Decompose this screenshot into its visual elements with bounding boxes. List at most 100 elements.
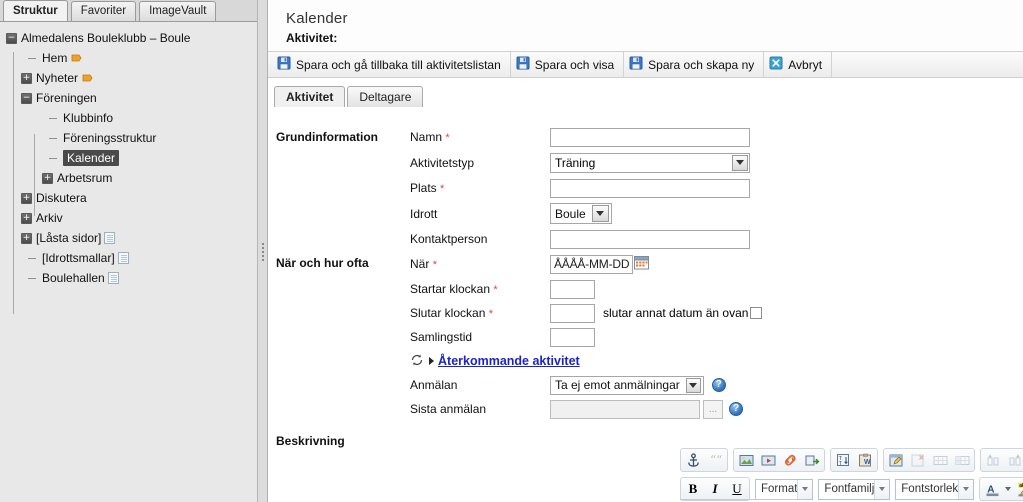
form-row-startar-klockan: Startar klockan *	[268, 277, 1023, 301]
sista-anmalan-picker-button[interactable]: ...	[703, 399, 723, 419]
paste-text-icon[interactable]: T T	[832, 449, 854, 471]
tree-node-label: Hem	[42, 51, 68, 65]
tree-node-arkiv[interactable]: + Arkiv	[4, 208, 257, 228]
tree-node-hem[interactable]: Hem	[4, 48, 257, 68]
table-cell-icon[interactable]	[951, 449, 973, 471]
image-icon[interactable]	[735, 449, 757, 471]
tree-node-lasta-sidor[interactable]: + [Låsta sidor]	[4, 228, 257, 248]
nar-date-field[interactable]: ÅÅÅÅ-MM-DD	[550, 254, 634, 274]
label-namn: Namn *	[410, 130, 550, 144]
slutar-klockan-input[interactable]	[550, 303, 595, 323]
chevron-down-icon[interactable]	[732, 154, 748, 171]
sista-anmalan-input[interactable]	[550, 399, 700, 419]
text-color-dropdown-icon[interactable]	[1003, 478, 1013, 500]
text-color-icon[interactable]: A	[981, 478, 1003, 500]
tree-node-foreningen[interactable]: − Föreningen	[4, 88, 257, 108]
tree-node-nyheter[interactable]: + Nyheter	[4, 68, 257, 88]
svg-text:W: W	[864, 459, 871, 466]
fontfamily-select[interactable]: Fontfamilj	[818, 478, 891, 500]
cancel-button[interactable]: Avbryt	[764, 52, 833, 77]
expand-arrow-icon[interactable]	[429, 357, 434, 365]
kontaktperson-input[interactable]	[550, 229, 750, 249]
save-icon	[629, 56, 643, 73]
command-toolbar: Spara och gå tillbaka till aktivitetslis…	[268, 51, 1023, 78]
anchor-icon[interactable]	[682, 449, 704, 471]
chevron-down-icon[interactable]	[685, 377, 701, 393]
italic-button[interactable]: I	[704, 478, 726, 500]
tree-toggle-plus-icon[interactable]: +	[21, 192, 32, 204]
chevron-down-icon[interactable]	[591, 205, 609, 222]
idrott-select[interactable]: Boule	[550, 203, 612, 224]
aktivitetstyp-value: Träning	[555, 155, 596, 170]
startar-klockan-input[interactable]	[550, 279, 595, 299]
label-nar: När *	[410, 257, 550, 271]
paste-word-icon[interactable]: W	[854, 449, 876, 471]
page-header: Kalender Aktivitet:	[268, 0, 1023, 51]
tree-node-arbetsrum[interactable]: + Arbetsrum	[4, 168, 257, 188]
tree-node-label: Arbetsrum	[57, 171, 113, 185]
label-plats-text: Plats	[410, 181, 437, 195]
main-content: Kalender Aktivitet: Spara och gå tillbak…	[268, 0, 1023, 502]
media-icon[interactable]	[757, 449, 779, 471]
sidebar-splitter[interactable]	[258, 0, 268, 502]
slutar-annat-datum-checkbox[interactable]	[750, 307, 763, 319]
chevron-down-icon[interactable]	[797, 479, 813, 499]
namn-input[interactable]	[550, 127, 750, 147]
samlingstid-input[interactable]	[550, 327, 595, 347]
tree-node-idrottsmallar[interactable]: [Idrottsmallar]	[4, 248, 257, 268]
highlight-color-icon[interactable]: ab	[1013, 478, 1023, 500]
format-select-label: Format	[761, 483, 798, 495]
tree-toggle-plus-icon[interactable]: +	[21, 212, 32, 224]
slutar-annat-datum-label: slutar annat datum än ovan	[603, 306, 749, 320]
bold-button[interactable]: B	[682, 478, 704, 500]
help-icon[interactable]: ?	[711, 378, 726, 392]
tree-toggle-plus-icon[interactable]: +	[21, 232, 32, 244]
fontsize-select[interactable]: Fontstorlek	[895, 478, 975, 500]
chevron-down-icon[interactable]	[874, 479, 890, 499]
section-label-beskrivning: Beskrivning	[276, 434, 345, 448]
calendar-picker-icon[interactable]	[634, 255, 650, 273]
save-and-back-button[interactable]: Spara och gå tillbaka till aktivitetslis…	[272, 52, 511, 77]
splitter-grip-icon[interactable]	[262, 243, 264, 261]
recurring-refresh-icon[interactable]	[410, 353, 424, 370]
form-row-namn: Grundinformation Namn *	[268, 125, 1023, 149]
format-select[interactable]: Format	[755, 478, 814, 500]
tree-toggle-minus-icon[interactable]: −	[21, 92, 32, 104]
insert-column-right-icon[interactable]	[1004, 449, 1023, 471]
help-icon[interactable]: ?	[729, 402, 743, 416]
plats-input[interactable]	[550, 178, 750, 198]
tree-node-foreningsstruktur[interactable]: Föreningsstruktur	[4, 128, 257, 148]
tree-node-root[interactable]: − Almedalens Bouleklubb – Boule	[4, 28, 257, 48]
tab-aktivitet[interactable]: Aktivitet	[274, 86, 346, 107]
section-label-nar-och-hur-ofta: När och hur ofta	[276, 256, 369, 270]
form-row-samlingstid: Samlingstid	[268, 325, 1023, 349]
sidebar-tab-favoriter[interactable]: Favoriter	[70, 1, 137, 21]
delete-template-icon[interactable]	[907, 449, 929, 471]
unlink-icon[interactable]	[801, 449, 823, 471]
tree-node-boulehallen[interactable]: Boulehallen	[4, 268, 257, 288]
quote-icon[interactable]: ““	[704, 449, 726, 471]
anmalan-select[interactable]: Ta ej emot anmälningar	[550, 375, 704, 395]
label-slutar-text: Slutar klockan	[410, 306, 486, 320]
aterkommande-aktivitet-link[interactable]: Återkommande aktivitet	[438, 354, 580, 368]
tab-deltagare[interactable]: Deltagare	[347, 86, 424, 107]
tree-toggle-plus-icon[interactable]: +	[42, 172, 53, 184]
tree-leaf-stub	[48, 113, 59, 124]
tree-toggle-plus-icon[interactable]: +	[21, 72, 32, 84]
tree-toggle-minus-icon[interactable]: −	[6, 32, 17, 44]
aktivitetstyp-select[interactable]: Träning	[550, 152, 750, 173]
table-row-icon[interactable]	[929, 449, 951, 471]
editor-group-template	[883, 448, 975, 472]
underline-button[interactable]: U	[726, 478, 748, 500]
save-and-create-new-button[interactable]: Spara och skapa ny	[624, 52, 765, 77]
insert-column-left-icon[interactable]	[982, 449, 1004, 471]
sidebar-tab-struktur[interactable]: Struktur	[3, 0, 68, 21]
save-and-view-button[interactable]: Spara och visa	[511, 52, 625, 77]
tree-node-klubbinfo[interactable]: Klubbinfo	[4, 108, 257, 128]
tree-node-diskutera[interactable]: + Diskutera	[4, 188, 257, 208]
tree-node-kalender[interactable]: Kalender	[4, 148, 257, 168]
chevron-down-icon[interactable]	[958, 479, 974, 499]
link-icon[interactable]	[779, 449, 801, 471]
edit-template-icon[interactable]	[885, 449, 907, 471]
sidebar-tab-imagevault[interactable]: ImageVault	[139, 1, 217, 21]
